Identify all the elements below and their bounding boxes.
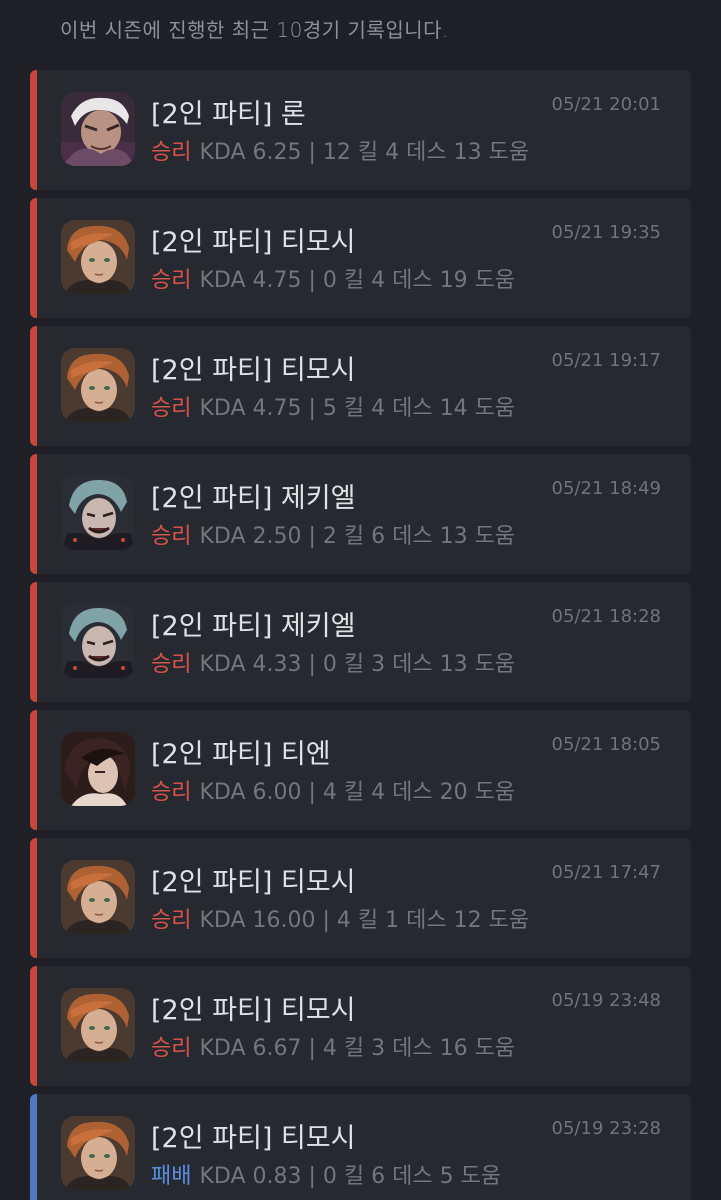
- avatar-jekiel: [61, 604, 135, 678]
- avatar-ron: [61, 92, 135, 166]
- match-time: 05/21 17:47: [551, 862, 661, 883]
- match-time: 05/19 23:28: [551, 1118, 661, 1139]
- match-stats: 승리 KDA 2.50 | 2 킬 6 데스 13 도움: [151, 518, 515, 550]
- result-accent-bar: [30, 966, 37, 1086]
- match-result: 승리: [151, 140, 192, 165]
- match-card-6[interactable]: [2인 파티] 티엔 05/21 18:05 승리 KDA 6.00 | 4 킬 …: [30, 710, 691, 830]
- match-stats: 승리 KDA 4.75 | 5 킬 4 데스 14 도움: [151, 390, 515, 422]
- match-title: [2인 파티] 론: [151, 99, 306, 130]
- match-title: [2인 파티] 티모시: [151, 1123, 356, 1154]
- result-accent-bar: [30, 326, 37, 446]
- kda-line: KDA 6.00 | 4 킬 4 데스 20 도움: [199, 780, 516, 805]
- match-title: [2인 파티] 티모시: [151, 227, 356, 258]
- match-history-page: 이번 시즌에 진행한 최근 10경기 기록입니다. [2인 파티] 론 05/2…: [0, 0, 721, 1200]
- kda-line: KDA 4.75 | 0 킬 4 데스 19 도움: [199, 268, 516, 293]
- match-time: 05/21 19:17: [551, 350, 661, 371]
- match-result: 승리: [151, 780, 192, 805]
- avatar-timothy: [61, 988, 135, 1062]
- match-result: 승리: [151, 1036, 192, 1061]
- match-stats: 승리 KDA 6.67 | 4 킬 3 데스 16 도움: [151, 1030, 515, 1062]
- match-card-3[interactable]: [2인 파티] 티모시 05/21 19:17 승리 KDA 4.75 | 5 킬…: [30, 326, 691, 446]
- intro-text: 이번 시즌에 진행한 최근 10경기 기록입니다.: [60, 18, 449, 42]
- match-result: 승리: [151, 268, 192, 293]
- match-title: [2인 파티] 티모시: [151, 867, 356, 898]
- match-result: 승리: [151, 908, 192, 933]
- avatar-timothy: [61, 1116, 135, 1190]
- match-title: [2인 파티] 티모시: [151, 995, 356, 1026]
- avatar-timothy: [61, 860, 135, 934]
- match-title: [2인 파티] 티모시: [151, 355, 356, 386]
- kda-line: KDA 4.75 | 5 킬 4 데스 14 도움: [199, 396, 516, 421]
- match-card-2[interactable]: [2인 파티] 티모시 05/21 19:35 승리 KDA 4.75 | 0 킬…: [30, 198, 691, 318]
- kda-line: KDA 16.00 | 4 킬 1 데스 12 도움: [199, 908, 530, 933]
- match-result: 승리: [151, 652, 192, 677]
- match-time: 05/21 19:35: [551, 222, 661, 243]
- match-stats: 승리 KDA 4.75 | 0 킬 4 데스 19 도움: [151, 262, 515, 294]
- match-card-4[interactable]: [2인 파티] 제키엘 05/21 18:49 승리 KDA 2.50 | 2 킬…: [30, 454, 691, 574]
- result-accent-bar: [30, 454, 37, 574]
- match-card-8[interactable]: [2인 파티] 티모시 05/19 23:48 승리 KDA 6.67 | 4 킬…: [30, 966, 691, 1086]
- match-card-5[interactable]: [2인 파티] 제키엘 05/21 18:28 승리 KDA 4.33 | 0 킬…: [30, 582, 691, 702]
- kda-line: KDA 6.67 | 4 킬 3 데스 16 도움: [199, 1036, 516, 1061]
- match-stats: 승리 KDA 16.00 | 4 킬 1 데스 12 도움: [151, 902, 529, 934]
- avatar-timothy: [61, 220, 135, 294]
- match-result: 승리: [151, 524, 192, 549]
- kda-line: KDA 4.33 | 0 킬 3 데스 13 도움: [199, 652, 516, 677]
- match-card-9[interactable]: [2인 파티] 티모시 05/19 23:28 패배 KDA 0.83 | 0 킬…: [30, 1094, 691, 1200]
- match-time: 05/21 18:28: [551, 606, 661, 627]
- kda-line: KDA 6.25 | 12 킬 4 데스 13 도움: [199, 140, 530, 165]
- match-time: 05/21 18:49: [551, 478, 661, 499]
- match-time: 05/19 23:48: [551, 990, 661, 1011]
- match-stats: 패배 KDA 0.83 | 0 킬 6 데스 5 도움: [151, 1158, 501, 1190]
- match-stats: 승리 KDA 6.25 | 12 킬 4 데스 13 도움: [151, 134, 529, 166]
- match-stats: 승리 KDA 6.00 | 4 킬 4 데스 20 도움: [151, 774, 515, 806]
- match-stats: 승리 KDA 4.33 | 0 킬 3 데스 13 도움: [151, 646, 515, 678]
- result-accent-bar: [30, 582, 37, 702]
- match-result: 패배: [151, 1164, 192, 1189]
- match-result: 승리: [151, 396, 192, 421]
- match-card-7[interactable]: [2인 파티] 티모시 05/21 17:47 승리 KDA 16.00 | 4 …: [30, 838, 691, 958]
- result-accent-bar: [30, 1094, 37, 1200]
- match-title: [2인 파티] 제키엘: [151, 611, 356, 642]
- kda-line: KDA 0.83 | 0 킬 6 데스 5 도움: [199, 1164, 502, 1189]
- avatar-jekiel: [61, 476, 135, 550]
- match-list: [2인 파티] 론 05/21 20:01 승리 KDA 6.25 | 12 킬 …: [30, 70, 691, 1200]
- match-title: [2인 파티] 티엔: [151, 739, 331, 770]
- result-accent-bar: [30, 838, 37, 958]
- result-accent-bar: [30, 710, 37, 830]
- match-card-1[interactable]: [2인 파티] 론 05/21 20:01 승리 KDA 6.25 | 12 킬 …: [30, 70, 691, 190]
- result-accent-bar: [30, 198, 37, 318]
- match-time: 05/21 20:01: [551, 94, 661, 115]
- avatar-tien: [61, 732, 135, 806]
- kda-line: KDA 2.50 | 2 킬 6 데스 13 도움: [199, 524, 516, 549]
- result-accent-bar: [30, 70, 37, 190]
- avatar-timothy: [61, 348, 135, 422]
- match-title: [2인 파티] 제키엘: [151, 483, 356, 514]
- match-time: 05/21 18:05: [551, 734, 661, 755]
